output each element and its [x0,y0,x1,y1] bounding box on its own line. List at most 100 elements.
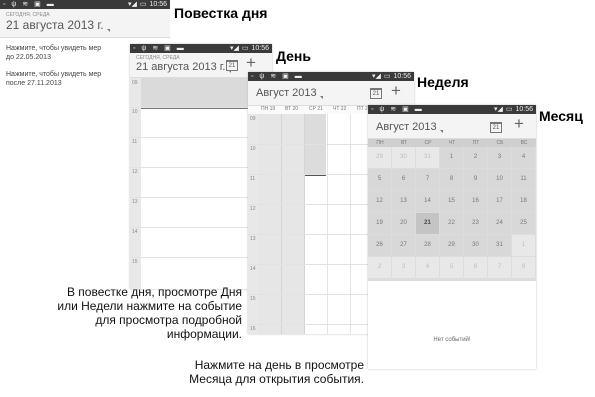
month-day-cell[interactable]: 26 [368,235,391,256]
notification-icons: ◦ ψ ≋ ▣ ▬ [251,73,304,80]
event-block[interactable] [304,114,326,176]
month-day-cell[interactable]: 31 [416,147,439,168]
month-day-cell[interactable]: 1 [440,147,463,168]
month-day-cell[interactable]: 9 [464,169,487,190]
hour-label: 15 [250,296,256,302]
day-divider [327,114,328,334]
weekday-label: СР [424,140,432,146]
month-day-cell[interactable]: 3 [392,257,415,278]
signal-wifi-icon: ▾◢ [371,73,381,80]
month-day-cell[interactable]: 8 [440,169,463,190]
agenda-item-date: после 27.11.2013 [6,80,62,87]
dropdown-icon [439,130,443,133]
agenda-heading: Повестка дня [174,5,268,21]
month-day-cell[interactable]: 3 [488,147,511,168]
week-day-label: СР 21 [309,106,323,112]
caption-line: В повестке дня, просмотре Дня [66,285,242,299]
month-selector[interactable]: Август 2013 [376,121,443,133]
month-day-cell[interactable]: 24 [488,213,511,234]
hour-label: 12 [132,169,138,175]
month-day-cell[interactable]: 18 [512,191,535,212]
month-day-cell[interactable]: 8 [512,257,535,278]
month-day-cell[interactable]: 29 [368,147,391,168]
battery-icon: ▭ [241,45,249,52]
week-day-label: ЧТ 22 [333,106,347,112]
month-day-cell[interactable]: 14 [416,191,439,212]
month-day-cell[interactable]: 11 [512,169,535,190]
agenda-item-text: Нажмите, чтобы увидеть мер [6,45,102,52]
add-event-icon[interactable]: + [514,114,524,134]
hour-label: 11 [132,139,138,145]
date-selector[interactable]: 21 августа 2013 г. [136,61,232,73]
month-day-cell[interactable]: 10 [488,169,511,190]
month-day-cell[interactable]: 4 [416,257,439,278]
month-day-cell[interactable]: 23 [464,213,487,234]
month-day-cell[interactable]: 2 [464,147,487,168]
month-day-cell[interactable]: 16 [464,191,487,212]
month-day-cell[interactable]: 27 [392,235,415,256]
month-appbar: Август 2013 21 + [368,114,536,139]
status-bar: ◦ ψ ≋ ▣ ▬ ▾◢ ▭ 10:56 [368,105,536,114]
week-day-label: ПН 19 [261,106,276,112]
hour-label: 11 [250,176,256,182]
signal-wifi-icon: ▾◢ [229,45,239,52]
month-day-cell[interactable]: 7 [416,169,439,190]
hour-label: 10 [250,146,256,152]
add-event-icon[interactable]: + [246,53,256,73]
month-day-cell[interactable]: 15 [440,191,463,212]
hour-label: 16 [250,326,256,332]
today-calendar-icon[interactable]: 21 [490,122,502,133]
day-divider [304,114,305,334]
date-label: 21 августа 2013 г. [136,61,226,73]
signal-wifi-icon: ▾◢ [493,106,503,113]
month-day-cell[interactable]: 6 [464,257,487,278]
month-day-cell[interactable]: 20 [392,213,415,234]
today-calendar-day: 21 [228,63,236,69]
status-bar: ◦ ψ ≋ ▣ ▬ ▾◢ ▭ 10:56 [130,44,272,53]
month-day-cell[interactable]: 30 [392,147,415,168]
date-selector[interactable]: 21 августа 2013 г. [6,18,110,32]
month-view: ◦ ψ ≋ ▣ ▬ ▾◢ ▭ 10:56 Август 2013 21 + ПН ВТ… [368,105,536,369]
dropdown-icon [319,96,323,99]
hour-label: 10 [132,109,138,115]
month-day-cell[interactable]: 6 [392,169,415,190]
month-day-cell[interactable]: 5 [368,169,391,190]
no-events-label: Нет событий! [433,337,471,343]
month-day-cell[interactable]: 4 [512,147,535,168]
month-day-cell[interactable]: 29 [440,235,463,256]
week-day-label: ВТ 20 [285,106,299,112]
month-day-cell[interactable]: 30 [464,235,487,256]
weekday-label: ЧТ [448,140,456,146]
month-day-cell[interactable]: 7 [488,257,511,278]
today-calendar-icon[interactable]: 21 [370,88,382,99]
month-day-cell[interactable]: 19 [368,213,391,234]
month-day-cell[interactable]: 25 [512,213,535,234]
add-event-icon[interactable]: + [391,81,401,101]
month-day-cell[interactable]: 17 [488,191,511,212]
hour-label: 12 [250,206,256,212]
hour-label: 13 [250,236,256,242]
week-heading: Неделя [417,74,469,90]
month-day-cell[interactable]: 2 [368,257,391,278]
agenda-item-before[interactable]: Нажмите, чтобы увидеть мер до 22.05.2013 [6,44,101,62]
month-day-cell[interactable]: 1 [512,235,535,256]
month-day-cell[interactable]: 5 [440,257,463,278]
month-day-cell[interactable]: 22 [440,213,463,234]
hour-label: 15 [132,259,138,265]
agenda-item-date: до 22.05.2013 [6,54,51,61]
agenda-item-after[interactable]: Нажмите, чтобы увидеть мер после 27.11.2… [6,70,101,88]
month-day-cell[interactable]: 21 [416,213,439,234]
month-day-cell[interactable]: 12 [368,191,391,212]
month-label: Август 2013 [256,87,317,99]
month-day-cell[interactable]: 31 [488,235,511,256]
date-label: 21 августа 2013 г. [6,18,104,32]
status-bar: ◦ ψ ≋ ▣ ▬ ▾◢ ▭ 10:56 [248,72,414,81]
notification-icons: ◦ ψ ≋ ▣ ▬ [133,45,186,52]
today-calendar-icon[interactable]: 21 [226,60,238,71]
month-day-cell[interactable]: 13 [392,191,415,212]
month-day-cell[interactable]: 28 [416,235,439,256]
today-calendar-day: 21 [492,125,500,131]
clock: 10:56 [251,45,269,52]
month-selector[interactable]: Август 2013 [256,87,323,99]
month-grid[interactable]: ПН ВТ СР ЧТ ПТ СБ ВС 29 30 31 1 2 3 4 5 6 7 8 9 10 11 12 13 14 1… [368,139,536,281]
